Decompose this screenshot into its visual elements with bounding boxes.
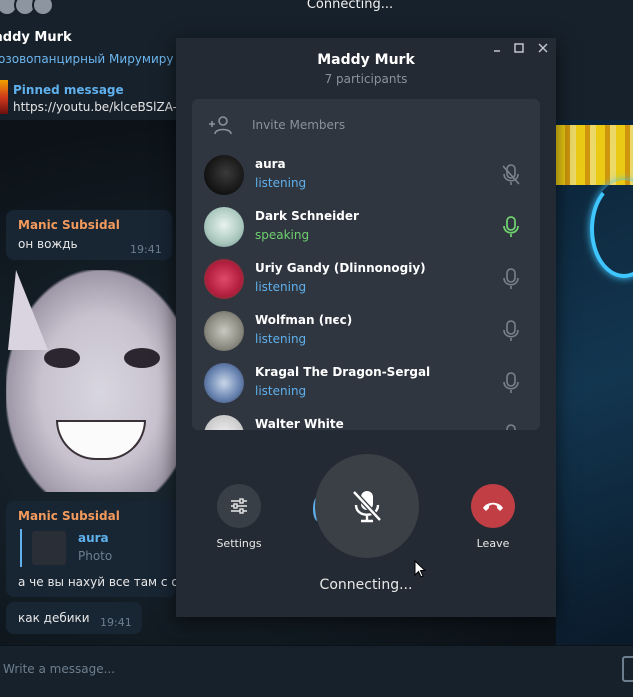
participants-count: 7 participants: [324, 72, 408, 86]
wallpaper-pixel-art: [556, 125, 633, 185]
member-status: listening: [255, 332, 307, 346]
leave-label: Leave: [476, 537, 510, 550]
chat-name: addy Murk: [0, 30, 72, 45]
message-author[interactable]: Manic Subsidal: [18, 218, 120, 232]
member-name: Wolfman (пєс): [255, 313, 353, 327]
message-composer[interactable]: Write a message...: [0, 645, 633, 697]
message-text: как дебики: [18, 611, 90, 625]
avatar: [204, 207, 244, 247]
member-status: listening: [255, 280, 307, 294]
member-row[interactable]: Kragal The Dragon-Sergal listening: [192, 357, 540, 409]
avatar: [204, 415, 244, 430]
connection-status: Connecting...: [319, 577, 413, 593]
message-bubble[interactable]: Manic Subsidal aura Photo а че вы нахуй …: [6, 501, 185, 597]
member-name: Uriy Gandy (Dlinnonogiy): [255, 261, 426, 275]
member-status: speaking: [255, 228, 310, 242]
member-name: Kragal The Dragon-Sergal: [255, 365, 431, 379]
settings-button[interactable]: [217, 484, 261, 528]
mic-icon[interactable]: [500, 371, 522, 395]
member-name: Dark Schneider: [255, 209, 359, 223]
window-title: Connecting...: [306, 0, 394, 12]
message-time: 19:41: [100, 616, 132, 629]
message-input[interactable]: Write a message...: [3, 662, 115, 676]
members-list[interactable]: Invite Members aura listening Dark Schne…: [192, 99, 540, 430]
settings-label: Settings: [216, 537, 262, 550]
pinned-thumbnail: [0, 80, 8, 114]
reply-type: Photo: [78, 549, 113, 563]
mic-icon[interactable]: [500, 267, 522, 291]
pinned-text: https://youtu.be/klceBSlZA-: [13, 100, 177, 114]
member-row[interactable]: Wolfman (пєс) listening: [192, 305, 540, 357]
message-bubble[interactable]: Manic Subsidal он вождь 19:41: [6, 210, 172, 260]
member-row[interactable]: Walter White: [192, 409, 540, 430]
call-title: Maddy Murk: [317, 52, 415, 68]
message-author[interactable]: Manic Subsidal: [18, 509, 120, 523]
member-name: aura: [255, 157, 286, 171]
member-row[interactable]: aura listening: [192, 149, 540, 201]
member-row[interactable]: Uriy Gandy (Dlinnonogiy) listening: [192, 253, 540, 305]
member-status: listening: [255, 384, 307, 398]
window-titlebar: Connecting...: [0, 0, 633, 22]
mouse-cursor-icon: [414, 560, 426, 578]
mic-icon[interactable]: [500, 423, 522, 430]
chat-subtitle: озовопанцирный Мирумиру: [0, 52, 174, 66]
avatar: [204, 155, 244, 195]
leave-button[interactable]: [471, 484, 515, 528]
avatar: [204, 311, 244, 351]
sliders-icon: [231, 498, 247, 514]
mic-active-icon[interactable]: [500, 215, 522, 239]
muted-mic-icon: [352, 490, 382, 523]
hang-up-icon: [483, 502, 503, 511]
message-text: он вождь: [18, 237, 78, 251]
message-text: а че вы нахуй все там с ос: [18, 575, 186, 589]
pinned-label: Pinned message: [13, 83, 124, 97]
mic-icon[interactable]: [500, 319, 522, 343]
message-time: 19:41: [130, 243, 162, 256]
reply-author: aura: [78, 531, 109, 545]
invite-members-label: Invite Members: [252, 118, 346, 132]
invite-members-button[interactable]: Invite Members: [208, 113, 345, 137]
member-row[interactable]: Dark Schneider speaking: [192, 201, 540, 253]
attach-icon[interactable]: [622, 656, 633, 682]
message-bubble[interactable]: как дебики 19:41: [6, 602, 142, 634]
member-name: Walter White: [255, 417, 344, 430]
avatar: [204, 363, 244, 403]
voice-chat-panel: Maddy Murk 7 participants Invite Members…: [176, 38, 556, 617]
mute-toggle-button[interactable]: [315, 454, 419, 558]
reply-thumbnail: [32, 531, 66, 565]
avatar: [204, 259, 244, 299]
add-user-icon: [209, 116, 232, 135]
sticker-image[interactable]: [6, 270, 178, 492]
reply-quote[interactable]: aura Photo: [20, 529, 182, 567]
member-status: listening: [255, 176, 307, 190]
muted-icon[interactable]: [500, 163, 522, 187]
